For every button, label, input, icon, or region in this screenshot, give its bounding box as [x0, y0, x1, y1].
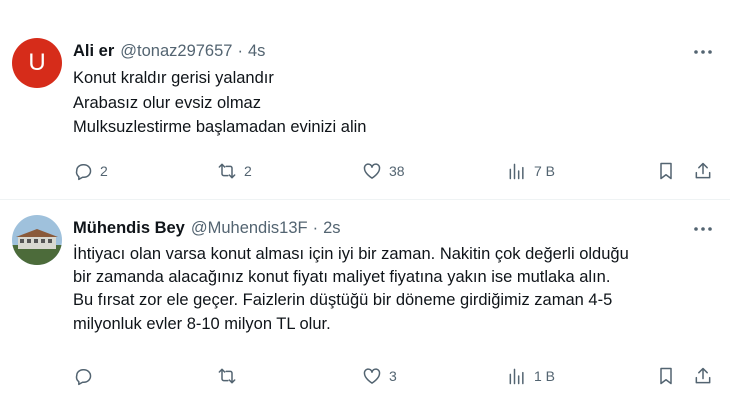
author-handle[interactable]: @Muhendis13F	[191, 219, 308, 238]
separator-dot: ·	[237, 41, 243, 60]
reply-icon	[75, 369, 92, 386]
like-count: 3	[389, 368, 397, 384]
views-button[interactable]: 1 B	[507, 364, 555, 388]
author-name[interactable]: Ali er	[73, 42, 114, 61]
separator-dot: ·	[312, 218, 319, 237]
tweet-body: Ali er @tonaz297657 · 4s Konut kraldır g…	[73, 40, 716, 140]
reply-button[interactable]	[73, 364, 100, 388]
avatar[interactable]	[12, 215, 62, 265]
retweet-count: 2	[244, 163, 252, 179]
retweet-button[interactable]: 2	[217, 159, 252, 183]
tweet-body: Mühendis Bey @Muhendis13F · 2s İhtiyacı …	[73, 217, 716, 336]
tweet-text: Konut kraldır gerisi yalandır Arabasız o…	[73, 69, 367, 136]
timestamp[interactable]: 2s	[323, 219, 340, 238]
author-handle[interactable]: @tonaz297657	[120, 42, 232, 61]
like-button[interactable]: 3	[362, 364, 397, 388]
retweet-icon	[218, 163, 236, 179]
more-icon[interactable]	[690, 219, 716, 239]
action-bar: 2 2 38 7 B	[73, 159, 718, 183]
retweet-icon	[218, 368, 236, 384]
tweet-text: İhtiyacı olan varsa konut alması için iy…	[73, 245, 629, 333]
action-bar: 3 1 B	[73, 364, 718, 388]
share-icon	[695, 162, 711, 179]
retweet-button[interactable]	[217, 364, 244, 388]
share-button[interactable]	[693, 159, 713, 183]
share-icon	[695, 367, 711, 384]
like-button[interactable]: 38	[362, 159, 405, 183]
like-count: 38	[389, 163, 405, 179]
tweet-header: Mühendis Bey @Muhendis13F · 2s	[73, 217, 716, 239]
views-icon	[509, 368, 524, 385]
bookmark-icon	[660, 367, 672, 385]
tweet-header: Ali er @tonaz297657 · 4s	[73, 40, 716, 62]
more-icon[interactable]	[690, 42, 716, 62]
views-icon	[509, 163, 524, 180]
like-icon	[363, 163, 381, 179]
views-button[interactable]: 7 B	[507, 159, 555, 183]
tweet[interactable]: U Ali er @tonaz297657 · 4s Konut kraldır…	[0, 0, 730, 200]
bookmark-button[interactable]	[656, 159, 676, 183]
author-name[interactable]: Mühendis Bey	[73, 219, 185, 238]
bookmark-icon	[660, 162, 672, 180]
timestamp[interactable]: 4s	[248, 42, 265, 61]
views-count: 1 B	[534, 368, 556, 384]
views-count: 7 B	[534, 163, 556, 179]
reply-button[interactable]: 2	[73, 159, 108, 183]
avatar[interactable]: U	[12, 38, 62, 88]
reply-icon	[75, 164, 92, 181]
like-icon	[363, 368, 381, 384]
reply-count: 2	[100, 163, 108, 179]
bookmark-button[interactable]	[656, 364, 676, 388]
share-button[interactable]	[693, 364, 713, 388]
